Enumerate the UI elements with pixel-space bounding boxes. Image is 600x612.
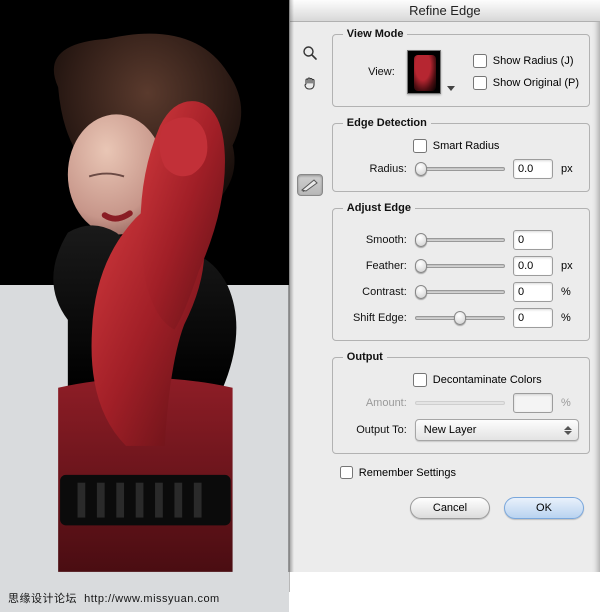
feather-slider[interactable] (415, 259, 505, 273)
adjust-edge-legend: Adjust Edge (343, 202, 415, 214)
smooth-label: Smooth: (343, 234, 407, 246)
amount-slider (415, 396, 505, 410)
decontaminate-checkbox[interactable] (413, 373, 427, 387)
show-original-checkbox[interactable] (473, 76, 487, 90)
shift-edge-unit: % (561, 312, 579, 324)
watermark: 思缘设计论坛 http://www.missyuan.com (8, 590, 220, 606)
edge-detection-legend: Edge Detection (343, 117, 431, 129)
amount-input (513, 393, 553, 413)
shift-edge-slider[interactable] (415, 311, 505, 325)
contrast-slider[interactable] (415, 285, 505, 299)
radius-slider[interactable] (415, 162, 505, 176)
amount-label: Amount: (343, 397, 407, 409)
watermark-site: 思缘设计论坛 (8, 593, 77, 605)
cancel-button[interactable]: Cancel (410, 497, 490, 519)
view-thumbnail-caret[interactable] (447, 86, 455, 91)
contrast-unit: % (561, 286, 579, 298)
watermark-url: http://www.missyuan.com (84, 593, 220, 605)
smart-radius-checkbox[interactable] (413, 139, 427, 153)
refine-radius-tool[interactable] (297, 174, 323, 196)
dialog-title: Refine Edge (290, 0, 600, 22)
output-legend: Output (343, 351, 387, 363)
subject-figure (0, 20, 289, 612)
radius-label: Radius: (343, 163, 407, 175)
radius-input[interactable] (513, 159, 553, 179)
output-to-label: Output To: (343, 424, 407, 436)
smooth-slider[interactable] (415, 233, 505, 247)
select-caret-icon (564, 426, 572, 435)
shift-edge-input[interactable] (513, 308, 553, 328)
feather-label: Feather: (343, 260, 407, 272)
tool-column (294, 28, 326, 562)
show-radius-label: Show Radius (J) (493, 55, 574, 67)
show-original-label: Show Original (P) (493, 77, 579, 89)
ok-button[interactable]: OK (504, 497, 584, 519)
contrast-label: Contrast: (343, 286, 407, 298)
radius-unit: px (561, 163, 579, 175)
show-radius-checkbox[interactable] (473, 54, 487, 68)
refine-edge-dialog: Refine Edge View Mode View (289, 0, 600, 592)
smooth-input[interactable] (513, 230, 553, 250)
canvas-preview: 思缘设计论坛 http://www.missyuan.com (0, 0, 289, 612)
view-thumbnail[interactable] (407, 50, 441, 94)
zoom-tool[interactable] (297, 42, 323, 64)
decontaminate-label: Decontaminate Colors (433, 374, 542, 386)
hand-tool[interactable] (297, 72, 323, 94)
remember-label: Remember Settings (359, 467, 456, 479)
view-label: View: (343, 66, 395, 78)
smart-radius-label: Smart Radius (433, 140, 500, 152)
view-mode-group: View Mode View: Show Radius (J) (332, 28, 590, 107)
amount-unit: % (561, 397, 579, 409)
feather-input[interactable] (513, 256, 553, 276)
remember-checkbox[interactable] (340, 466, 353, 479)
shift-edge-label: Shift Edge: (343, 312, 407, 324)
output-group: Output Decontaminate Colors Amount: % Ou… (332, 351, 590, 454)
output-to-select[interactable]: New Layer (415, 419, 579, 441)
contrast-input[interactable] (513, 282, 553, 302)
edge-detection-group: Edge Detection Smart Radius Radius: px (332, 117, 590, 192)
view-mode-legend: View Mode (343, 28, 408, 40)
feather-unit: px (561, 260, 579, 272)
output-to-value: New Layer (424, 424, 477, 436)
adjust-edge-group: Adjust Edge Smooth: Feather: px (332, 202, 590, 341)
